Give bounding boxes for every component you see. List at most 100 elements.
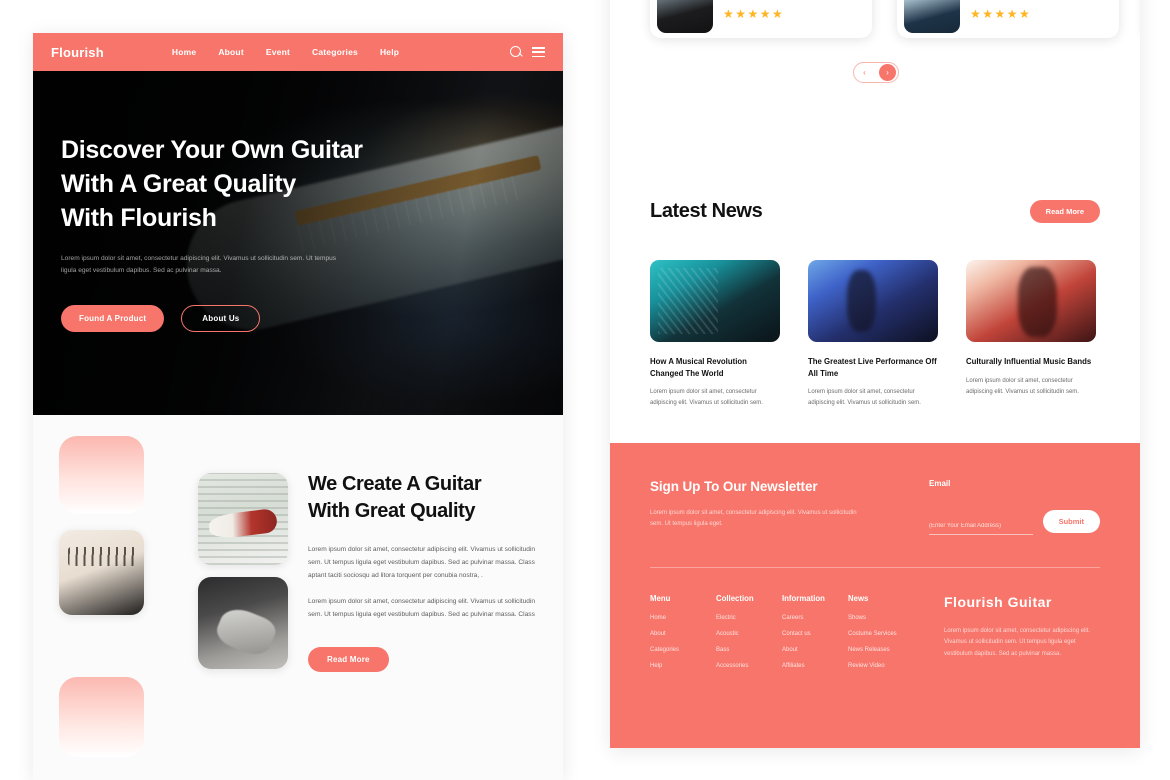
create-copy: We Create A Guitar With Great Quality Lo… — [308, 471, 546, 673]
footer-link[interactable]: Accessories — [716, 663, 782, 669]
email-field[interactable] — [929, 523, 1033, 535]
footer-divider — [650, 567, 1100, 568]
nav-item-home[interactable]: Home — [172, 47, 196, 57]
chevron-left-icon[interactable]: ‹ — [856, 64, 873, 81]
news-thumbnail — [650, 260, 780, 342]
footer-column-heading: Information — [782, 594, 825, 603]
testimonial-text: Lorem ipsum dolor sit amet, consectetur … — [723, 0, 865, 1]
newsletter-paragraph: Lorem ipsum dolor sit amet, consectetur … — [650, 510, 857, 528]
latest-news-title: Latest News — [650, 200, 763, 222]
footer-brand-name: Flourish Guitar — [944, 594, 1052, 610]
footer-link[interactable]: Bass — [716, 647, 782, 653]
rating-stars-icon: ★★★★★ — [723, 6, 785, 21]
email-input-row: Submit — [929, 510, 1100, 535]
newsletter-title: Sign Up To Our Newsletter — [650, 479, 818, 494]
footer-columns: Menu Home About Categories Help Collecti… — [650, 594, 1100, 679]
newsletter-form: Email Submit — [905, 479, 1100, 535]
footer-column-heading: Collection — [716, 594, 754, 603]
footer-link[interactable]: Help — [650, 663, 716, 669]
footer-link[interactable]: Affiliates — [782, 663, 848, 669]
news-card-text: Lorem ipsum dolor sit amet, consectetur … — [966, 377, 1079, 395]
screenshot-canvas: Flourish Home About Event Categories Hel… — [0, 0, 1170, 780]
footer-link[interactable]: Electric — [716, 615, 782, 621]
footer-link[interactable]: Costume Services — [848, 631, 914, 637]
hamburger-menu-icon[interactable] — [532, 47, 545, 57]
about-us-button[interactable]: About Us — [181, 305, 261, 333]
footer-brand-text: Lorem ipsum dolor sit amet, consectetur … — [944, 628, 1091, 657]
testimonial-body: Lorem ipsum dolor sit amet, consectetur … — [723, 0, 865, 20]
hero-title-line-3: With Flourish — [61, 204, 217, 232]
footer-column-collection: Collection Electric Acoustic Bass Access… — [716, 594, 782, 679]
testimonial-card[interactable]: Lorem ipsum dolor sit amet, consectetur … — [897, 0, 1119, 38]
footer-brand: Flourish Guitar Lorem ipsum dolor sit am… — [944, 594, 1100, 679]
search-icon[interactable] — [510, 45, 523, 59]
testimonial-body: Lorem ipsum dolor sit amet, consectetur … — [970, 0, 1112, 20]
decorative-gradient-top — [59, 436, 144, 514]
avatar — [657, 0, 713, 33]
footer-column-menu: Menu Home About Categories Help — [650, 594, 716, 679]
footer-link[interactable]: Review Video — [848, 663, 914, 669]
nav-actions — [510, 45, 545, 59]
news-card-title: The Greatest Live Performance Off All Ti… — [808, 357, 937, 378]
guitar-photo-bottom — [198, 577, 288, 669]
hero-title-line-2: With A Great Quality — [61, 170, 297, 198]
footer-link[interactable]: Shows — [848, 615, 914, 621]
news-read-more-button[interactable]: Read More — [1029, 200, 1100, 223]
news-card-title: How A Musical Revolution Changed The Wor… — [650, 357, 747, 378]
guitar-photo-left — [59, 530, 144, 615]
footer-link[interactable]: Home — [650, 615, 716, 621]
footer-column-information: Information Careers Contact us About Aff… — [782, 594, 848, 679]
footer-link[interactable]: About — [782, 647, 848, 653]
found-a-product-button[interactable]: Found A Product — [61, 305, 165, 333]
avatar — [904, 0, 960, 33]
hero-paragraph: Lorem ipsum dolor sit amet, consectetur … — [61, 255, 337, 275]
footer-link[interactable]: Contact us — [782, 631, 848, 637]
news-thumbnail — [808, 260, 938, 342]
newsletter-section: Sign Up To Our Newsletter Lorem ipsum do… — [650, 479, 1100, 535]
left-page-mockup: Flourish Home About Event Categories Hel… — [33, 33, 563, 780]
hero-buttons: Found A Product About Us — [61, 305, 563, 333]
rating-stars-icon: ★★★★★ — [970, 6, 1032, 21]
footer-column-news: News Shows Costume Services News Release… — [848, 594, 914, 679]
email-label: Email — [929, 479, 951, 488]
testimonial-text: Lorem ipsum dolor sit amet, consectetur … — [970, 0, 1112, 1]
news-thumbnail — [966, 260, 1096, 342]
brand-logo[interactable]: Flourish — [51, 45, 104, 60]
latest-news-header: Latest News Read More — [650, 200, 1100, 223]
nav-links: Home About Event Categories Help — [172, 47, 399, 57]
submit-button[interactable]: Submit — [1042, 510, 1100, 533]
testimonial-card[interactable]: Lorem ipsum dolor sit amet, consectetur … — [650, 0, 872, 38]
hero-section: Discover Your Own Guitar With A Great Qu… — [33, 71, 563, 415]
news-card[interactable]: Culturally Influential Music Bands Lorem… — [966, 260, 1096, 410]
news-card[interactable]: The Greatest Live Performance Off All Ti… — [808, 260, 938, 410]
create-read-more-button[interactable]: Read More — [308, 647, 389, 673]
chevron-right-icon[interactable]: › — [879, 64, 896, 81]
hero-title: Discover Your Own Guitar With A Great Qu… — [61, 133, 563, 235]
news-card-text: Lorem ipsum dolor sit amet, consectetur … — [650, 389, 763, 407]
nav-item-about[interactable]: About — [218, 47, 244, 57]
news-card-title: Culturally Influential Music Bands — [966, 357, 1092, 366]
footer-link[interactable]: Acoustic — [716, 631, 782, 637]
nav-item-help[interactable]: Help — [380, 47, 399, 57]
footer-link[interactable]: About — [650, 631, 716, 637]
testimonial-carousel: Lorem ipsum dolor sit amet, consectetur … — [650, 0, 1140, 38]
create-title-line-1: We Create A Guitar — [308, 473, 482, 495]
hero-content: Discover Your Own Guitar With A Great Qu… — [33, 71, 563, 333]
footer-link[interactable]: Careers — [782, 615, 848, 621]
hero-title-line-1: Discover Your Own Guitar — [61, 136, 363, 164]
footer-link[interactable]: News Releases — [848, 647, 914, 653]
create-paragraph-2: Lorem ipsum dolor sit amet, consectetur … — [308, 597, 536, 618]
navigation-bar: Flourish Home About Event Categories Hel… — [33, 33, 563, 71]
decorative-gradient-bottom — [59, 677, 144, 757]
footer-column-heading: News — [848, 594, 869, 603]
create-guitar-section: We Create A Guitar With Great Quality Lo… — [33, 415, 563, 780]
nav-item-categories[interactable]: Categories — [312, 47, 358, 57]
create-title-line-2: With Great Quality — [308, 499, 476, 522]
news-card[interactable]: How A Musical Revolution Changed The Wor… — [650, 260, 780, 410]
footer-link[interactable]: Categories — [650, 647, 716, 653]
footer: Sign Up To Our Newsletter Lorem ipsum do… — [610, 443, 1140, 748]
news-card-text: Lorem ipsum dolor sit amet, consectetur … — [808, 389, 921, 407]
nav-item-event[interactable]: Event — [266, 47, 290, 57]
footer-column-heading: Menu — [650, 594, 671, 603]
create-title: We Create A Guitar With Great Quality — [308, 471, 546, 524]
